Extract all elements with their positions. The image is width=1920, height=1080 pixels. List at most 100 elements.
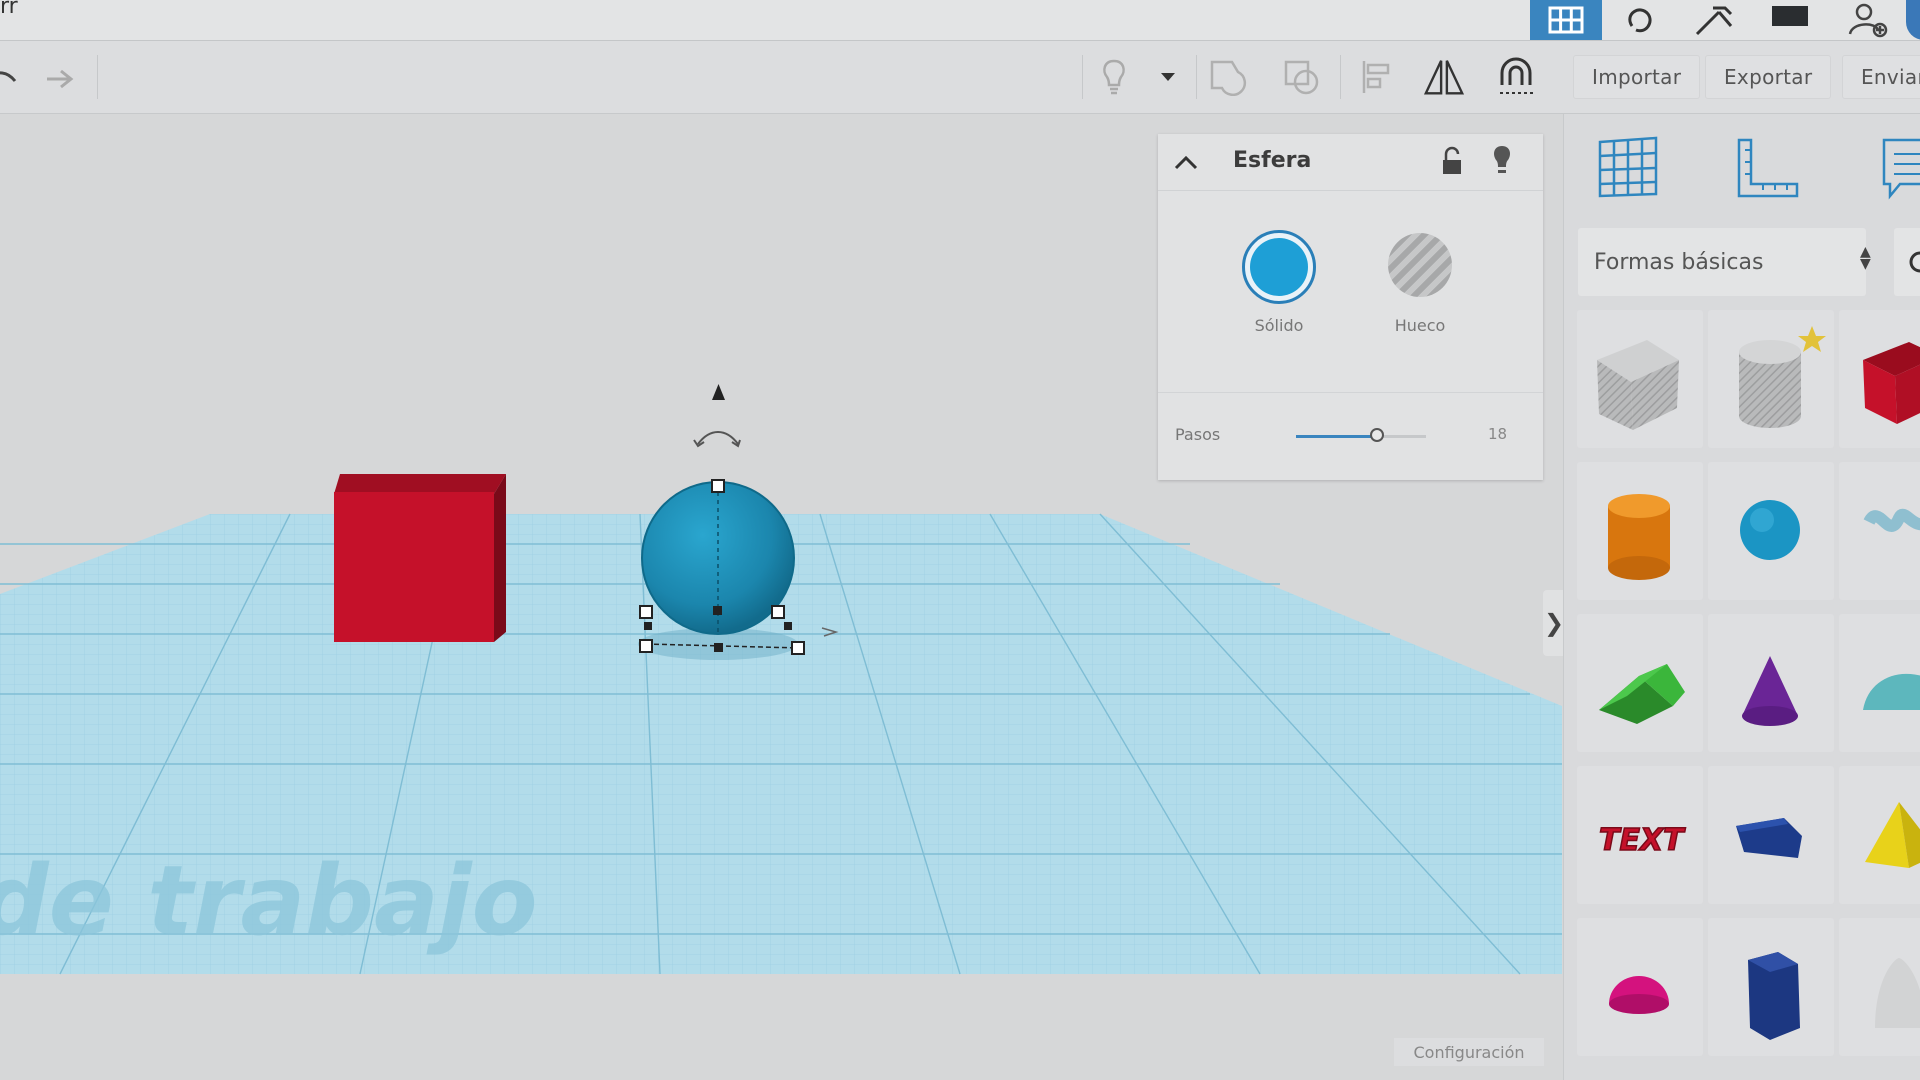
cruise-button[interactable] [1494,57,1538,97]
nav-codeblocks-button[interactable] [1680,0,1750,40]
show-shape-button[interactable] [1092,57,1136,97]
grid-icon [1548,6,1584,34]
ruler-icon [1737,138,1799,198]
user-avatar[interactable] [1906,0,1920,40]
import-button[interactable]: Importar [1573,55,1701,99]
lock-icon[interactable] [1440,146,1464,176]
select-arrows-icon: ▲ ▼ [1860,244,1871,272]
workplane-tool-button[interactable] [1596,134,1660,204]
mirror-button[interactable] [1422,57,1466,97]
ungroup-icon [1284,60,1319,95]
shape-search-button[interactable] [1894,228,1920,296]
lessons-icon [1772,6,1808,26]
cylinder-icon [1608,494,1670,580]
inspector-header: Esfera [1158,134,1543,191]
panel-collapse-button[interactable]: ❯ [1543,590,1565,656]
nav-circuits-button[interactable] [1605,0,1675,40]
settings-link[interactable]: Configuración [1394,1038,1544,1066]
roof-icon [1599,664,1685,724]
shape-tile-box[interactable] [1839,310,1920,448]
star-icon [1798,326,1826,352]
notes-tool-button[interactable] [1880,136,1920,204]
redo-icon [47,69,74,89]
shape-tile-half-sphere[interactable] [1577,918,1703,1056]
add-user-icon [1848,3,1887,38]
lift-arrow-icon[interactable] [712,384,725,400]
inspector-title: Esfera [1233,148,1312,173]
shape-tile-polygon-prism[interactable] [1708,918,1834,1056]
toolbar-divider [1082,55,1083,99]
sphere-object[interactable] [638,481,798,660]
top-nav-bar: rr [0,0,1920,41]
shape-tile-roof[interactable] [1577,614,1703,752]
search-icon [1909,251,1920,273]
inspector-divider [1158,392,1543,393]
lightbulb-icon [1103,59,1125,95]
shape-tile-scribble[interactable] [1839,462,1920,600]
circuit-icon [1628,8,1652,33]
shape-tile-text[interactable]: TEXT [1577,766,1703,904]
round-roof-icon [1863,673,1920,710]
shape-tile-cylinder-hole[interactable] [1708,310,1834,448]
steps-label: Pasos [1175,425,1221,444]
shape-tile-pyramid[interactable] [1839,766,1920,904]
send-to-button[interactable]: Enviar [1842,55,1920,99]
hole-mode-button[interactable] [1388,233,1452,297]
solid-mode-button[interactable] [1242,230,1316,304]
shape-tile-cylinder[interactable] [1577,462,1703,600]
group-icon [1210,60,1247,96]
shape-category-select[interactable]: Formas básicas [1578,228,1866,296]
shape-tile-round-roof[interactable] [1839,614,1920,752]
shape-tile-box-hole[interactable] [1577,310,1703,448]
app-title: rr [0,0,18,19]
align-icon [1362,61,1390,93]
caret-down-icon [1161,73,1175,81]
shape-tile-polygon[interactable] [1708,766,1834,904]
shape-tile-cone[interactable] [1708,614,1834,752]
sphere-icon [1740,500,1800,560]
add-user-button[interactable] [1830,0,1905,40]
box-icon [1863,342,1920,424]
mirror-icon [1423,60,1465,95]
hole-label: Hueco [1394,316,1446,335]
steps-slider-thumb[interactable] [1369,428,1384,442]
shape-tile-paraboloid[interactable] [1839,918,1920,1056]
note-icon [1882,138,1920,200]
pyramid-icon [1865,802,1920,868]
toolbar-divider [1340,55,1341,99]
redo-button[interactable] [38,57,82,97]
workplane-grid-icon [1598,136,1658,198]
solid-color-swatch [1250,238,1308,296]
half-sphere-icon [1609,976,1669,1014]
chevron-up-icon[interactable] [1174,154,1198,170]
cone-icon [1742,656,1798,726]
toolbar-divider [97,55,98,99]
text-shape-icon: TEXT [1598,822,1687,859]
steps-slider[interactable] [1296,428,1426,442]
red-box-object[interactable] [334,474,506,642]
show-menu-button[interactable] [1146,57,1190,97]
box-hole-icon [1597,340,1679,430]
steps-slider-fill [1296,435,1377,438]
nav-lessons-button[interactable] [1755,0,1825,40]
cylinder-hole-icon [1739,326,1826,428]
steps-value[interactable]: 18 [1488,425,1507,443]
undo-button[interactable] [0,57,24,97]
ungroup-button[interactable] [1280,57,1324,97]
tools-icon [1695,6,1733,36]
editor-toolbar: Importar Exportar Enviar [0,41,1920,114]
polygon-icon [1736,818,1802,858]
scribble-icon [1863,508,1920,532]
group-button[interactable] [1206,57,1250,97]
solid-label: Sólido [1254,316,1304,335]
shape-inspector: Esfera Sólido Hueco Pasos 18 [1158,134,1543,480]
paraboloid-icon [1875,958,1920,1028]
nav-3d-design-button[interactable] [1530,0,1602,40]
shape-tile-sphere[interactable] [1708,462,1834,600]
export-button[interactable]: Exportar [1705,55,1832,99]
align-button[interactable] [1354,57,1398,97]
workplane-watermark: de trabajo [0,845,538,957]
lightbulb-icon[interactable] [1490,144,1514,178]
ruler-tool-button[interactable] [1735,136,1801,204]
toolbar-divider [1196,55,1197,99]
